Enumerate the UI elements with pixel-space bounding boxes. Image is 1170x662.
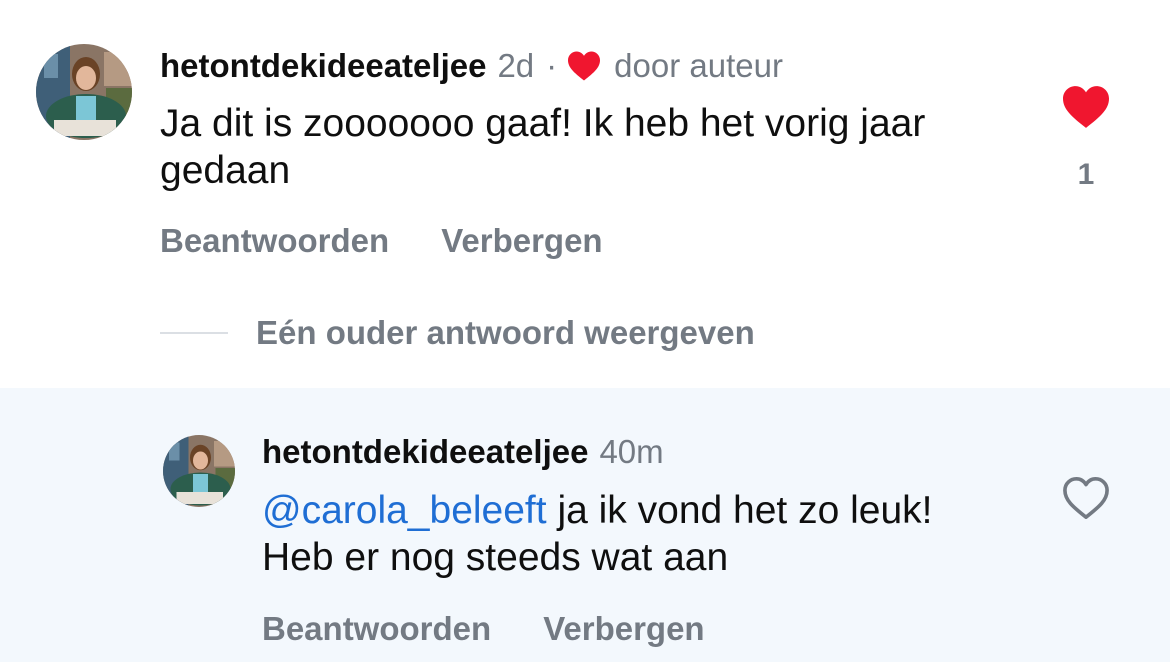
- avatar-image: [163, 435, 235, 507]
- view-more-replies[interactable]: Eén ouder antwoord weergeven: [160, 312, 755, 354]
- comment-time: 2d: [497, 47, 535, 84]
- hide-button[interactable]: Verbergen: [543, 610, 704, 648]
- comment-actions: Beantwoorden Verbergen: [160, 220, 603, 262]
- reply-username[interactable]: hetontdekideeateljee: [262, 433, 588, 471]
- avatar[interactable]: [163, 435, 235, 507]
- heart-outline-icon[interactable]: [1060, 475, 1112, 521]
- comment-username[interactable]: hetontdekideeateljee: [160, 47, 486, 85]
- avatar[interactable]: [36, 44, 132, 140]
- comment-meta: hetontdekideeateljee 2d · door auteur: [160, 44, 783, 88]
- heart-filled-icon: [566, 50, 602, 82]
- divider-line: [160, 332, 228, 334]
- author-like-label: door auteur: [614, 47, 783, 84]
- reply-actions: Beantwoorden Verbergen: [262, 608, 705, 650]
- reply-button[interactable]: Beantwoorden: [160, 222, 389, 260]
- hide-button[interactable]: Verbergen: [441, 222, 602, 260]
- avatar-image: [36, 44, 132, 140]
- reply-time: 40m: [599, 433, 664, 470]
- meta-separator: ·: [546, 47, 558, 84]
- comment-text: Ja dit is zooooooo gaaf! Ik heb het vori…: [160, 102, 926, 192]
- reply-button[interactable]: Beantwoorden: [262, 610, 491, 648]
- reply-text: @carola_beleeft ja ik vond het zo leuk! …: [262, 487, 1002, 581]
- heart-filled-icon[interactable]: [1060, 84, 1112, 130]
- mention-link[interactable]: @carola_beleeft: [262, 489, 547, 532]
- view-more-replies-label[interactable]: Eén ouder antwoord weergeven: [256, 314, 755, 352]
- reply-meta: hetontdekideeateljee 40m: [262, 432, 664, 472]
- like-count: 1: [1077, 158, 1095, 191]
